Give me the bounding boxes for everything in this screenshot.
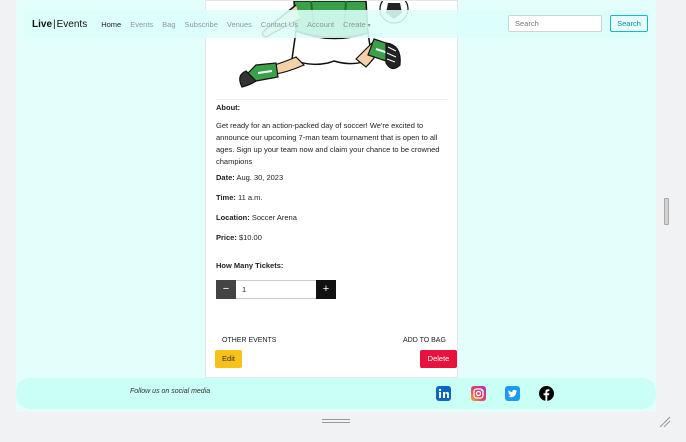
nav-links: Home Events Bag Subscribe Venues Contact… <box>101 20 379 29</box>
page-viewport: About: Get ready for an action-packed da… <box>16 0 656 412</box>
edit-button[interactable]: Edit <box>215 350 242 368</box>
follow-text: Follow us on social media <box>130 388 211 395</box>
twitter-icon[interactable] <box>505 386 520 401</box>
quantity-input[interactable]: 1 <box>236 280 316 299</box>
date-value: Aug. 30, 2023 <box>236 173 284 182</box>
location-row: Location: Soccer Arena <box>216 213 297 222</box>
event-details: About: Get ready for an action-packed da… <box>216 102 451 168</box>
brand-live: Live <box>32 18 53 30</box>
price-value: $10.00 <box>238 233 262 242</box>
time-label: Time: <box>216 193 236 202</box>
location-label: Location: <box>216 213 250 222</box>
decrement-button[interactable]: − <box>216 280 236 299</box>
nav-subscribe[interactable]: Subscribe <box>185 20 218 29</box>
scrollbar-thumb[interactable] <box>664 198 669 225</box>
event-card: About: Get ready for an action-packed da… <box>205 0 458 378</box>
quantity-stepper: − 1 + <box>216 280 336 299</box>
facebook-icon[interactable] <box>539 386 554 401</box>
nav-home[interactable]: Home <box>101 20 121 29</box>
nav-venues[interactable]: Venues <box>227 20 252 29</box>
date-row: Date: Aug. 30, 2023 <box>216 173 283 182</box>
nav-bag[interactable]: Bag <box>162 20 175 29</box>
add-to-bag-button[interactable]: ADD TO BAG <box>403 337 446 344</box>
nav-account[interactable]: Account <box>307 20 334 29</box>
tickets-label: How Many Tickets: <box>216 261 284 270</box>
about-text: Get ready for an action-packed day of so… <box>216 121 440 166</box>
brand-logo[interactable]: Live|Events <box>32 19 87 30</box>
price-row: Price: $10.00 <box>216 233 262 242</box>
nav-create[interactable]: Create ▾ <box>343 20 371 29</box>
delete-button[interactable]: Delete <box>420 350 457 368</box>
time-value: 11 a.m. <box>237 193 263 202</box>
date-label: Date: <box>216 173 235 182</box>
about-label: About: <box>216 103 241 112</box>
brand-separator: | <box>53 18 56 30</box>
linkedin-icon[interactable] <box>436 386 451 401</box>
price-label: Price: <box>216 233 237 242</box>
nav-contact-us[interactable]: Contact Us <box>261 20 298 29</box>
resize-grip-icon[interactable] <box>658 415 672 429</box>
search-button[interactable]: Search <box>610 15 648 32</box>
increment-button[interactable]: + <box>316 280 336 299</box>
location-value: Soccer Arena <box>251 213 297 222</box>
instagram-icon[interactable] <box>471 386 486 401</box>
chevron-down-icon: ▾ <box>367 22 371 29</box>
nav-create-label: Create <box>343 19 366 29</box>
time-row: Time: 11 a.m. <box>216 193 262 202</box>
nav-events[interactable]: Events <box>130 20 153 29</box>
other-events-link[interactable]: OTHER EVENTS <box>222 337 276 344</box>
brand-events: Events <box>56 18 88 30</box>
resize-handle[interactable] <box>322 419 350 425</box>
search-input[interactable] <box>508 15 602 32</box>
footer: Follow us on social media <box>16 378 656 409</box>
navbar: Live|Events Home Events Bag Subscribe Ve… <box>24 10 648 38</box>
